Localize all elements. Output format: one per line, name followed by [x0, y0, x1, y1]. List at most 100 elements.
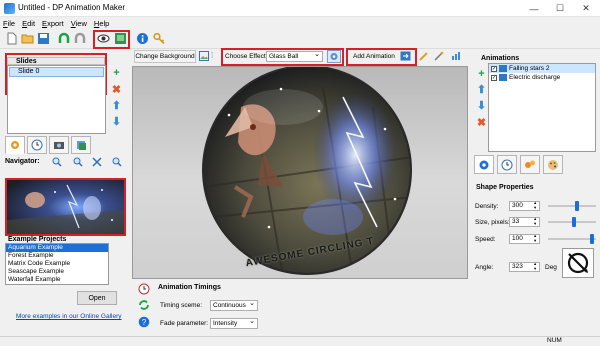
preview-icon[interactable] [96, 31, 111, 46]
wand-icon[interactable] [434, 51, 444, 61]
timings-title: Animation Timings [158, 284, 221, 291]
navigator-preview[interactable] [5, 178, 126, 236]
density-slider-thumb[interactable] [575, 201, 580, 211]
num-lock-indicator: NUM [547, 337, 562, 344]
menu-edit[interactable]: Edit [22, 19, 35, 28]
shape-properties-title: Shape Properties [476, 184, 534, 191]
maximize-button[interactable]: ☐ [547, 0, 573, 17]
change-background-button[interactable]: Change Background [134, 50, 196, 63]
open-icon[interactable] [20, 31, 35, 46]
animations-label: Animations [481, 55, 520, 62]
animation-name: Electric discharge [509, 74, 561, 81]
size-input[interactable]: 33 [509, 217, 540, 227]
timing-scene-label: Timing sceme: [160, 302, 203, 309]
project-item[interactable]: Matrix Code Example [6, 260, 108, 268]
effect-select[interactable]: Glass Ball [266, 50, 323, 62]
add-slide-button[interactable]: + [111, 67, 122, 79]
size-slider-thumb[interactable] [572, 217, 577, 227]
undo-icon[interactable] [57, 31, 72, 46]
menu-bar: File Edit Export View Help [0, 17, 600, 29]
timing-tab-icon[interactable] [497, 155, 517, 174]
zoom-out-icon[interactable] [73, 157, 83, 167]
slides-header: Slides [7, 57, 105, 65]
fade-parameter-select[interactable]: Intensity [210, 317, 258, 329]
density-input[interactable]: 300 [509, 201, 540, 211]
add-animation-side-button[interactable]: + [476, 68, 487, 80]
speed-slider-thumb[interactable] [589, 234, 594, 244]
clock-icon [138, 283, 150, 295]
layers-tab-icon[interactable] [71, 136, 91, 154]
density-slider[interactable] [548, 201, 596, 211]
speed-slider[interactable] [548, 234, 596, 244]
speed-input[interactable]: 100 [509, 234, 540, 244]
minimize-button[interactable]: — [521, 0, 547, 17]
image-icon[interactable] [199, 51, 209, 61]
app-icon [4, 3, 15, 14]
fit-icon[interactable] [92, 157, 102, 167]
effect-settings-icon[interactable] [327, 50, 341, 63]
timing-scene-select[interactable]: Continuous [210, 299, 258, 311]
chart-icon[interactable] [451, 51, 461, 61]
camera-tab-icon[interactable] [49, 136, 69, 154]
open-button[interactable]: Open [77, 291, 117, 305]
size-slider[interactable] [548, 217, 596, 227]
zoom-in-icon[interactable] [52, 157, 62, 167]
actual-size-icon[interactable] [112, 157, 122, 167]
example-projects-list[interactable]: Aquarium Example Forest Example Matrix C… [5, 243, 109, 285]
menu-file[interactable]: File [3, 19, 15, 28]
example-projects-label: Example Projects [8, 236, 67, 243]
settings-tab-icon[interactable] [5, 136, 25, 154]
project-item[interactable]: Aquarium Example [6, 244, 108, 252]
refresh-icon [138, 299, 150, 311]
key-icon[interactable] [152, 31, 167, 46]
menu-help[interactable]: Help [94, 19, 109, 28]
new-icon[interactable] [4, 31, 19, 46]
density-label: Density: [475, 203, 499, 210]
glass-ball-preview [202, 67, 412, 275]
menu-export[interactable]: Export [42, 19, 64, 28]
animation-type-icon [499, 74, 507, 81]
separator-icon: ⁞ [211, 51, 214, 60]
particles-tab-icon[interactable] [520, 155, 540, 174]
animation-item[interactable]: ✓ Falling stars 2 [489, 64, 595, 73]
animation-down-button[interactable]: ⬇ [476, 100, 487, 112]
close-button[interactable]: ✕ [573, 0, 599, 17]
shape-settings-tab-icon[interactable] [474, 155, 494, 174]
size-label: Size, pixels: [475, 219, 510, 226]
delete-animation-button[interactable]: ✖ [476, 117, 487, 129]
project-item[interactable]: Seascape Example [6, 268, 108, 276]
status-bar: NUM [0, 336, 600, 346]
animation-up-button[interactable]: ⬆ [476, 84, 487, 96]
info-icon[interactable] [135, 31, 150, 46]
animation-item[interactable]: ✓ Electric discharge [489, 73, 595, 82]
delete-slide-button[interactable]: ✖ [111, 84, 122, 96]
angle-unit: Deg [545, 264, 557, 271]
menu-view[interactable]: View [71, 19, 87, 28]
angle-dial-icon[interactable] [562, 248, 594, 278]
export-icon[interactable] [113, 31, 128, 46]
svg-text:?: ? [142, 318, 147, 327]
add-animation-button[interactable]: Add Animation [353, 53, 395, 60]
choose-effect-label: Choose Effect: [225, 53, 268, 60]
animations-list[interactable]: ✓ Falling stars 2 ✓ Electric discharge [488, 63, 596, 152]
color-tab-icon[interactable] [543, 155, 563, 174]
window-title: Untitled - DP Animation Maker [18, 3, 126, 12]
angle-input[interactable]: 323 [509, 262, 540, 272]
project-item[interactable]: Waterfall Example [6, 276, 108, 284]
online-gallery-link[interactable]: More examples in our Online Gallery [16, 313, 122, 320]
slides-list[interactable]: Slide 0 [7, 65, 106, 134]
animation-type-icon [499, 65, 507, 72]
project-item[interactable]: Forest Example [6, 252, 108, 260]
redo-icon[interactable] [73, 31, 88, 46]
add-animation-icon[interactable] [400, 51, 411, 61]
animation-checkbox[interactable]: ✓ [491, 65, 497, 72]
save-icon[interactable] [36, 31, 51, 46]
speed-label: Speed: [475, 236, 496, 243]
preview-stage[interactable]: AWESOME CIRCLING T [132, 66, 468, 279]
move-down-button[interactable]: ⬇ [111, 116, 122, 128]
animation-checkbox[interactable]: ✓ [491, 74, 497, 81]
brush-icon[interactable] [419, 51, 429, 61]
slide-item[interactable]: Slide 0 [9, 67, 104, 77]
move-up-button[interactable]: ⬆ [111, 100, 122, 112]
clock-tab-icon[interactable] [27, 136, 47, 154]
